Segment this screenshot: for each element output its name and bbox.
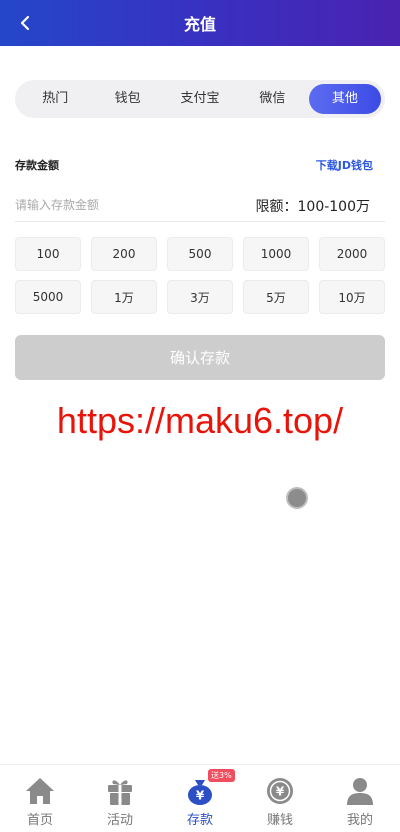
limit-text: 限额：100-100万 xyxy=(255,199,371,215)
tabbar-item-mine[interactable]: 我的 xyxy=(320,765,400,832)
tab-wallet[interactable]: 钱包 xyxy=(91,84,163,114)
chevron-left-icon xyxy=(20,15,30,31)
floating-assist-button[interactable] xyxy=(286,487,308,509)
tab-alipay[interactable]: 支付宝 xyxy=(164,84,236,114)
amount-chip[interactable]: 100 xyxy=(15,237,81,271)
amount-label: 存款金额 xyxy=(15,159,59,172)
amount-field-row: 限额：100-100万 xyxy=(15,190,385,222)
tabbar-label: 活动 xyxy=(106,813,133,828)
bonus-badge: 送3% xyxy=(208,769,235,782)
watermark-url: https://maku6.top/ xyxy=(56,400,344,441)
amount-chip[interactable]: 10万 xyxy=(319,280,385,314)
amount-chip[interactable]: 200 xyxy=(91,237,157,271)
gift-icon xyxy=(104,775,136,807)
amount-chip[interactable]: 2000 xyxy=(319,237,385,271)
home-icon xyxy=(24,775,56,807)
amount-chip[interactable]: 3万 xyxy=(167,280,233,314)
amount-input[interactable] xyxy=(15,194,235,216)
amount-chip[interactable]: 1000 xyxy=(243,237,309,271)
amount-chip[interactable]: 5000 xyxy=(15,280,81,314)
amount-chip[interactable]: 1万 xyxy=(91,280,157,314)
svg-text:¥: ¥ xyxy=(276,785,285,799)
tab-other[interactable]: 其他 xyxy=(308,84,382,114)
payment-method-tabs: 热门 钱包 支付宝 微信 其他 xyxy=(15,80,385,118)
download-wallet-link[interactable]: 下载JD钱包 xyxy=(316,157,373,173)
back-button[interactable] xyxy=(10,8,40,38)
tabbar-label: 首页 xyxy=(26,813,53,828)
tabbar-item-deposit[interactable]: ¥ 送3% 存款 xyxy=(160,765,240,832)
tabbar-label: 存款 xyxy=(186,813,213,828)
bottom-tab-bar: 首页 活动 ¥ 送3% 存款 ¥ 赚钱 我的 xyxy=(0,764,400,832)
tabbar-label: 我的 xyxy=(346,813,373,828)
tabbar-label: 赚钱 xyxy=(266,813,293,828)
user-icon xyxy=(344,775,376,807)
svg-text:¥: ¥ xyxy=(196,789,205,803)
yen-coin-icon: ¥ xyxy=(264,775,296,807)
amount-chip[interactable]: 500 xyxy=(167,237,233,271)
tabbar-item-home[interactable]: 首页 xyxy=(0,765,80,832)
tab-wechat[interactable]: 微信 xyxy=(236,84,308,114)
tabbar-item-earn[interactable]: ¥ 赚钱 xyxy=(240,765,320,832)
page-title: 充值 xyxy=(183,15,216,34)
confirm-deposit-button[interactable]: 确认存款 xyxy=(15,335,385,380)
tab-hot[interactable]: 热门 xyxy=(19,84,91,114)
tabbar-item-activity[interactable]: 活动 xyxy=(80,765,160,832)
amount-chip[interactable]: 5万 xyxy=(243,280,309,314)
header-bar: 充值 xyxy=(0,0,400,46)
